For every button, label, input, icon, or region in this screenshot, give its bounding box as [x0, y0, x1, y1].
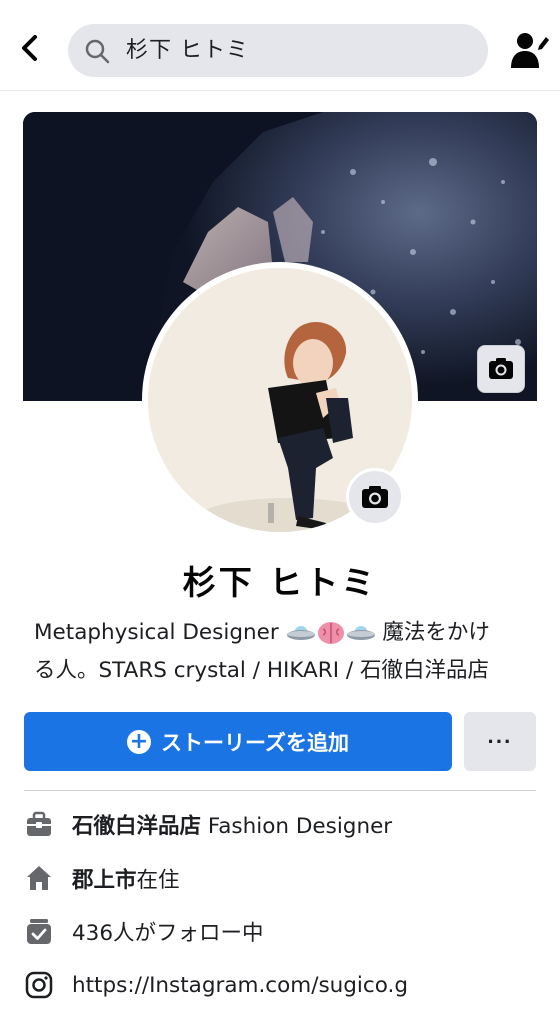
info-row-home: 郡上市在住	[24, 858, 536, 898]
home-city[interactable]: 郡上市	[72, 868, 137, 893]
work-text: 石徹白洋品店 Fashion Designer	[72, 809, 392, 840]
home-icon	[27, 866, 51, 890]
following-text: 436人がフォロー中	[72, 920, 264, 946]
user-edit-icon[interactable]	[508, 30, 550, 70]
home-suffix: 在住	[136, 867, 180, 893]
info-row-instagram[interactable]: https://Instagram.com/sugico.g	[24, 965, 536, 1005]
profile-bio: Metaphysical Designer 魔法をかけ る人。STARS cry…	[34, 614, 534, 690]
camera-icon	[489, 358, 513, 379]
avatar-camera-button[interactable]	[346, 468, 404, 526]
search-icon	[85, 39, 110, 64]
plus-circle-icon: +	[127, 729, 152, 754]
home-text: 郡上市在住	[72, 863, 180, 894]
ufo-emoji	[286, 626, 315, 640]
divider	[24, 790, 536, 791]
bio-line-1: Metaphysical Designer 魔法をかけ	[34, 614, 534, 652]
camera-icon	[362, 486, 388, 508]
work-role: Fashion Designer	[201, 813, 393, 839]
briefcase-icon	[27, 811, 51, 836]
search-input[interactable]: 杉下 ヒトミ	[68, 24, 488, 77]
bio-text: Metaphysical Designer	[34, 620, 279, 645]
chevron-left-icon[interactable]	[14, 32, 46, 64]
profile-name: 杉下 ヒトミ	[182, 563, 378, 602]
add-story-button[interactable]: + ストーリーズを追加	[24, 712, 452, 771]
bio-text-jp: 魔法をかけ	[382, 620, 490, 645]
instagram-link[interactable]: https://Instagram.com/sugico.g	[72, 973, 408, 998]
instagram-icon	[25, 971, 53, 999]
info-row-following[interactable]: 436人がフォロー中	[24, 911, 536, 951]
search-query-text: 杉下 ヒトミ	[126, 38, 249, 63]
add-story-label: ストーリーズを追加	[161, 730, 349, 755]
cover-camera-button[interactable]	[477, 345, 525, 393]
info-row-work: 石徹白洋品店 Fashion Designer	[24, 804, 536, 844]
followers-icon	[27, 919, 51, 944]
ufo-emoji	[346, 626, 375, 640]
top-bar: 杉下 ヒトミ	[0, 0, 560, 91]
work-org[interactable]: 石徹白洋品店	[72, 814, 201, 839]
more-options-button[interactable]: ···	[464, 712, 536, 771]
bio-line-2: る人。STARS crystal / HIKARI / 石徹白洋品店	[34, 658, 489, 683]
brain-emoji	[317, 622, 344, 644]
